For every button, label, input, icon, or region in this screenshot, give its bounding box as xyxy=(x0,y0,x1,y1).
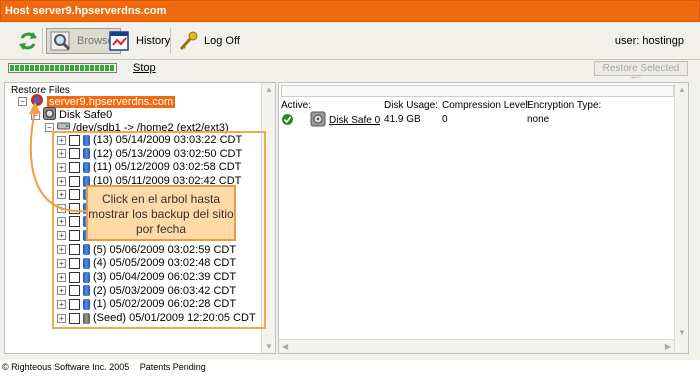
tree-node-backup[interactable]: + (1) 05/02/2009 06:02:28 CDT xyxy=(57,298,236,310)
backup-label: (Seed) 05/01/2009 12:20:05 CDT xyxy=(93,312,256,325)
compression-value: 0 xyxy=(442,114,448,125)
check-icon xyxy=(282,114,293,128)
footer: © Righteous Software Inc. 2005 Patents P… xyxy=(0,360,700,376)
tree-node-backup[interactable]: + (2) 05/03/2009 06:03:42 CDT xyxy=(57,285,236,297)
logoff-button[interactable]: Log Off xyxy=(176,28,240,54)
history-icon xyxy=(108,29,132,53)
backup-checkbox[interactable] xyxy=(69,257,80,269)
browse-icon xyxy=(49,29,73,53)
tree-node-backup[interactable]: + (Seed) 05/01/2009 12:20:05 CDT xyxy=(57,312,256,324)
logoff-key-icon xyxy=(176,29,200,53)
right-vertical-scrollbar[interactable]: ▲ ▼ xyxy=(674,83,688,353)
backup-label: (2) 05/03/2009 06:03:42 CDT xyxy=(93,284,237,297)
backup-label: (3) 05/04/2009 06:02:39 CDT xyxy=(93,271,237,283)
tree-node-backup[interactable]: + (5) 05/06/2009 03:02:59 CDT xyxy=(57,244,236,256)
refresh-icon xyxy=(16,29,40,53)
col-active: Active: xyxy=(281,100,312,111)
database-icon xyxy=(83,257,90,269)
database-icon xyxy=(83,298,90,310)
backup-label: (13) 05/14/2009 03:03:22 CDT xyxy=(93,134,243,146)
user-label: user: hostingp xyxy=(614,35,684,47)
backup-label: (12) 05/13/2009 03:02:50 CDT xyxy=(93,147,243,160)
restore-selected-button[interactable]: Restore Selected Files xyxy=(594,61,688,87)
backup-checkbox[interactable] xyxy=(69,244,80,256)
logoff-label: Log Off xyxy=(204,35,240,47)
backup-checkbox[interactable] xyxy=(69,285,80,297)
disk-safe-panel: Active: Disk Usage: Compression Level: E… xyxy=(278,82,689,354)
encryption-value: none xyxy=(527,114,550,125)
backup-checkbox[interactable] xyxy=(69,271,80,283)
database-icon xyxy=(83,271,90,283)
database-icon xyxy=(83,285,90,297)
window-title: Host server9.hpserverdns.com xyxy=(0,0,700,22)
expand-toggle[interactable]: + xyxy=(57,272,66,282)
refresh-button[interactable] xyxy=(16,28,40,54)
col-encryption: Encryption Type: xyxy=(527,100,602,111)
copyright-text: © Righteous Software Inc. 2005 xyxy=(2,362,130,372)
expand-toggle[interactable]: + xyxy=(57,230,66,240)
tree-node-backup[interactable]: + (4) 05/05/2009 03:02:48 CDT xyxy=(57,257,236,269)
disk-safe-link[interactable]: Disk Safe 0 xyxy=(329,115,380,126)
right-horizontal-scrollbar[interactable]: ◀ ▶ xyxy=(279,339,674,353)
disk-safe-row[interactable]: Disk Safe 0 41.9 GB 0 none xyxy=(279,111,674,131)
expand-toggle[interactable]: + xyxy=(57,245,66,255)
expand-toggle[interactable]: + xyxy=(57,258,66,268)
progress-row: Stop Restore Selected Files xyxy=(0,60,700,87)
progress-fill xyxy=(10,65,115,71)
expand-toggle[interactable]: + xyxy=(57,299,66,309)
expand-toggle[interactable]: + xyxy=(57,286,66,296)
disk-usage-value: 41.9 GB xyxy=(384,114,421,125)
backup-checkbox[interactable] xyxy=(69,298,80,310)
path-bar xyxy=(281,85,674,97)
tree-node-backup[interactable]: + (3) 05/04/2009 06:02:39 CDT xyxy=(57,271,236,283)
expand-toggle[interactable]: + xyxy=(57,313,66,323)
col-disk-usage: Disk Usage: xyxy=(384,100,438,111)
patents-text: Patents Pending xyxy=(139,362,206,372)
disk-icon xyxy=(310,111,326,130)
history-button[interactable]: History xyxy=(108,28,170,54)
tree-vertical-scrollbar[interactable]: ▲ ▼ xyxy=(261,83,275,353)
backup-checkbox[interactable] xyxy=(69,312,80,324)
history-label: History xyxy=(136,35,171,47)
database-icon xyxy=(83,312,90,324)
backup-checkbox[interactable] xyxy=(69,229,80,241)
callout-note: Click en el arbol hasta mostrar los back… xyxy=(86,185,236,241)
progress-bar xyxy=(8,63,117,73)
backup-label: (5) 05/06/2009 03:02:59 CDT xyxy=(93,243,237,256)
backup-label: (4) 05/05/2009 03:02:48 CDT xyxy=(93,257,237,270)
stop-link[interactable]: Stop xyxy=(133,62,156,74)
toolbar: Browse History Log Off user: hostingp xyxy=(0,22,700,60)
database-icon xyxy=(83,244,90,256)
backup-label: (11) 05/12/2009 03:02:58 CDT xyxy=(93,161,242,174)
backup-label: (1) 05/02/2009 06:02:28 CDT xyxy=(93,298,237,311)
col-compression: Compression Level: xyxy=(442,100,531,111)
